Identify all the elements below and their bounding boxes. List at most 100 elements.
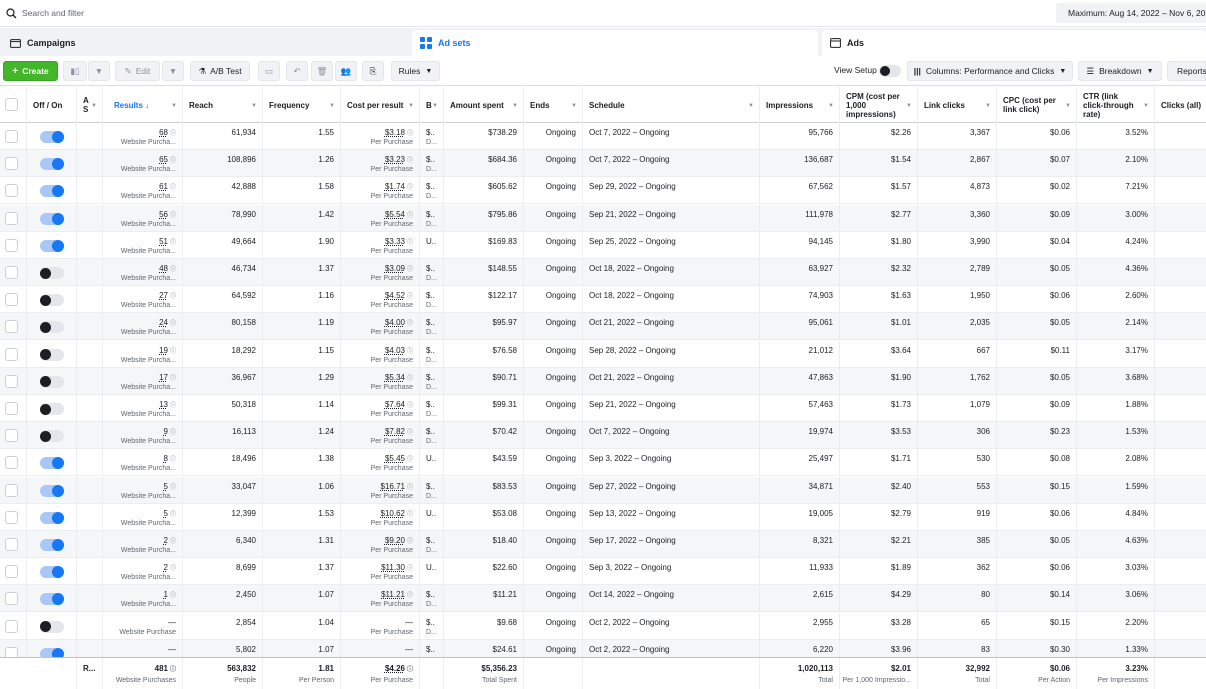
cell-cpc: $0.09	[997, 204, 1077, 232]
table-row[interactable]: 56 ⓘ Website Purcha... 78,990 1.42 $5.54 ⓘ Per …	[0, 204, 1206, 232]
view-setup-toggle[interactable]	[879, 65, 901, 77]
delivery-toggle[interactable]	[40, 348, 64, 361]
delivery-toggle[interactable]	[40, 294, 64, 307]
delivery-toggle[interactable]	[40, 267, 64, 279]
preview-button[interactable]: ⎘	[362, 61, 384, 81]
delivery-toggle[interactable]	[40, 457, 64, 470]
breakdown-button[interactable]: ☰ Breakdown ▼	[1078, 61, 1162, 81]
row-checkbox[interactable]	[5, 157, 18, 171]
date-range-picker[interactable]: Maximum: Aug 14, 2022 – Nov 6, 2022	[1056, 3, 1206, 23]
select-all-checkbox[interactable]	[5, 98, 18, 111]
audience-button[interactable]: 👥	[335, 61, 357, 81]
tab-adsets[interactable]: Ad sets	[412, 30, 818, 56]
cell-ends: Ongoing	[524, 231, 583, 259]
delivery-toggle[interactable]	[40, 375, 64, 388]
table-row[interactable]: — Website Purchase 2,854 1.04— Per Purchase $…	[0, 612, 1206, 640]
col-frequency[interactable]: Frequency ▼	[263, 87, 341, 123]
table-row[interactable]: 13 ⓘ Website Purcha... 50,318 1.14 $7.64 ⓘ Per …	[0, 395, 1206, 422]
table-row[interactable]: 51 ⓘ Website Purcha... 49,664 1.90 $3.33 ⓘ Per …	[0, 231, 1206, 259]
row-checkbox[interactable]	[5, 130, 18, 143]
table-row[interactable]: 1 ⓘ Website Purcha... 2,450 1.07 $11.21 ⓘ Per P…	[0, 585, 1206, 613]
row-checkbox[interactable]	[5, 510, 18, 524]
tab-ads[interactable]: Ads	[822, 30, 1206, 56]
row-checkbox[interactable]	[5, 619, 18, 633]
delivery-toggle[interactable]	[40, 158, 64, 171]
col-cpm[interactable]: CPM (cost per 1,000 impressions) ▼	[840, 87, 918, 123]
delivery-toggle[interactable]	[40, 321, 64, 334]
col-cost-per-result-label: Cost per result	[347, 100, 404, 110]
col-a[interactable]: A S ▼	[77, 87, 103, 123]
row-checkbox[interactable]	[5, 538, 18, 551]
col-amount-spent[interactable]: Amount spent ▼	[444, 87, 524, 123]
col-ends[interactable]: Ends ▼	[524, 87, 583, 123]
cell-schedule: Oct 7, 2022 – Ongoing	[583, 150, 760, 178]
row-checkbox[interactable]	[5, 592, 18, 606]
delivery-toggle[interactable]	[40, 212, 64, 225]
row-checkbox[interactable]	[5, 184, 18, 198]
delivery-toggle[interactable]	[40, 239, 64, 252]
delivery-toggle[interactable]	[40, 403, 64, 415]
row-checkbox[interactable]	[5, 238, 18, 252]
tab-campaigns[interactable]: Campaigns	[0, 30, 412, 56]
table-row[interactable]: 48 ⓘ Website Purcha... 46,734 1.37 $3.09 ⓘ Per …	[0, 259, 1206, 286]
table-row[interactable]: 19 ⓘ Website Purcha... 18,292 1.15 $4.03 ⓘ Per …	[0, 340, 1206, 368]
col-off-on[interactable]: Off / On	[27, 87, 77, 123]
row-checkbox[interactable]	[5, 211, 18, 225]
table-row[interactable]: 2 ⓘ Website Purcha... 8,699 1.37 $11.30 ⓘ Per P…	[0, 558, 1206, 586]
col-link-clicks[interactable]: Link clicks ▼	[918, 87, 997, 123]
table-row[interactable]: 61 ⓘ Website Purcha... 42,888 1.58 $1.74 ⓘ Per …	[0, 177, 1206, 205]
table-row[interactable]: 27 ⓘ Website Purcha... 64,592 1.16 $4.52 ⓘ Per …	[0, 286, 1206, 314]
row-checkbox[interactable]	[5, 402, 18, 415]
row-checkbox[interactable]	[5, 456, 18, 470]
col-cpc[interactable]: CPC (cost per link click) ▼	[997, 87, 1077, 123]
delete-button[interactable]: 🗑	[311, 61, 333, 81]
row-checkbox[interactable]	[5, 374, 18, 388]
undo-button[interactable]: ↶	[286, 61, 308, 81]
ab-test-button[interactable]: ⚗ A/B Test	[190, 61, 250, 81]
col-reach[interactable]: Reach ▼	[183, 87, 263, 123]
create-button[interactable]: + Create	[3, 61, 58, 81]
delivery-toggle[interactable]	[40, 539, 64, 551]
edit-button[interactable]: ✎ Edit	[115, 61, 160, 81]
edit-dropdown[interactable]: ▼	[162, 61, 184, 81]
delivery-toggle[interactable]	[40, 511, 64, 524]
col-ctr[interactable]: CTR (link click-through rate) ▼	[1077, 87, 1155, 123]
col-clicks-all[interactable]: Clicks (all)	[1155, 87, 1206, 123]
table-row[interactable]: 68 ⓘ Website Purcha... 61,934 1.55 $3.18 ⓘ Per …	[0, 123, 1206, 150]
row-checkbox[interactable]	[5, 293, 18, 307]
row-checkbox[interactable]	[5, 347, 18, 361]
delivery-toggle[interactable]	[40, 566, 64, 579]
table-row[interactable]: 8 ⓘ Website Purcha... 18,496 1.38 $5.45 ⓘ Per P…	[0, 449, 1206, 477]
cell-impr: 95,061	[760, 313, 840, 341]
columns-button[interactable]: ||| Columns: Performance and Clicks ▼	[907, 61, 1073, 81]
row-checkbox[interactable]	[5, 266, 18, 279]
table-row[interactable]: 9 ⓘ Website Purcha... 16,113 1.24 $7.82 ⓘ Per P…	[0, 422, 1206, 450]
col-impressions[interactable]: Impressions ▼	[760, 87, 840, 123]
delivery-toggle[interactable]	[40, 620, 64, 633]
col-schedule[interactable]: Schedule ▼	[583, 87, 760, 123]
table-row[interactable]: 24 ⓘ Website Purcha... 80,158 1.19 $4.00 ⓘ Per …	[0, 313, 1206, 341]
col-b[interactable]: B ▼	[420, 87, 444, 123]
table-row[interactable]: 65 ⓘ Website Purcha... 108,896 1.26 $3.23 ⓘ Per…	[0, 150, 1206, 178]
delivery-toggle[interactable]	[40, 593, 64, 606]
duplicate-dropdown[interactable]: ▼	[88, 61, 110, 81]
reports-button[interactable]: Reports	[1167, 61, 1206, 81]
table-row[interactable]: 17 ⓘ Website Purcha... 36,967 1.29 $5.34 ⓘ Per …	[0, 367, 1206, 395]
row-checkbox[interactable]	[5, 565, 18, 579]
delivery-toggle[interactable]	[40, 484, 64, 497]
delivery-toggle[interactable]	[40, 430, 64, 443]
delivery-toggle[interactable]	[40, 131, 64, 143]
table-row[interactable]: 5 ⓘ Website Purcha... 33,047 1.06 $16.71 ⓘ Per …	[0, 476, 1206, 504]
row-checkbox[interactable]	[5, 320, 18, 334]
table-row[interactable]: 5 ⓘ Website Purcha... 12,399 1.53 $10.62 ⓘ Per …	[0, 503, 1206, 531]
duplicate-button[interactable]: ▮▯	[63, 61, 87, 81]
search-input[interactable]	[22, 3, 822, 23]
col-cost-per-result[interactable]: Cost per result ▼	[341, 87, 420, 123]
table-row[interactable]: 2 ⓘ Website Purcha... 6,340 1.31 $9.20 ⓘ Per Pu…	[0, 531, 1206, 558]
row-checkbox[interactable]	[5, 483, 18, 497]
clipboard-button[interactable]: ▭	[258, 61, 280, 81]
delivery-toggle[interactable]	[40, 185, 64, 198]
rules-button[interactable]: Rules ▼	[391, 61, 440, 81]
row-checkbox[interactable]	[5, 429, 18, 443]
col-results[interactable]: Results ↓ ▼	[103, 87, 183, 123]
